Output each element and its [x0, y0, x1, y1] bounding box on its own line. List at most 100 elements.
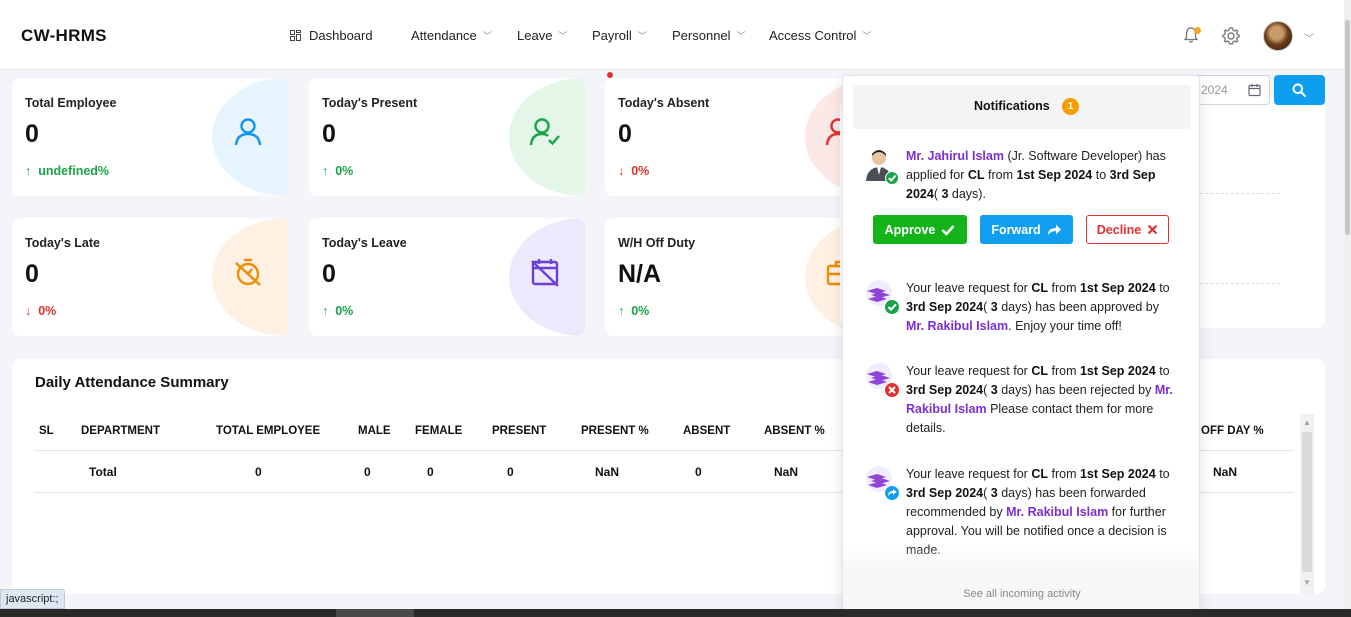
column-header-present[interactable]: PRESENT: [492, 425, 546, 437]
nav-personnel[interactable]: Personnel ﹀: [672, 28, 746, 43]
column-header-present-pct[interactable]: PRESENT %: [581, 425, 649, 437]
notification-body: (: [983, 383, 988, 397]
column-header-female[interactable]: FEMALE: [415, 425, 462, 437]
leave-days: 3: [941, 187, 949, 201]
card-value: N/A: [618, 260, 662, 288]
scrollbar-thumb[interactable]: [1345, 20, 1350, 235]
notification-body: (: [933, 187, 938, 201]
leave-days: 3: [990, 383, 998, 397]
nav-payroll[interactable]: Payroll ﹀: [592, 28, 647, 43]
user-check-icon: [529, 118, 560, 146]
forward-button[interactable]: Forward: [980, 215, 1073, 244]
notification-body: Your leave request for: [906, 281, 1028, 295]
leave-days: 3: [990, 486, 998, 500]
total-male-cell: 0: [364, 465, 371, 479]
notification-body: from: [1051, 281, 1077, 295]
forward-label: Forward: [991, 222, 1041, 237]
calendar-icon[interactable]: [1248, 83, 1261, 97]
see-all-link[interactable]: See all incoming activity: [843, 588, 1199, 600]
nav-access-control[interactable]: Access Control ﹀: [769, 28, 871, 43]
card-change: ↑ 0%: [618, 304, 649, 318]
date-filter-input[interactable]: 2024: [1190, 75, 1270, 105]
notification-body: days) has been rejected by: [1001, 383, 1152, 397]
avatar[interactable]: [1263, 21, 1293, 51]
notifications-title: Notifications: [974, 99, 1050, 113]
nav-attendance[interactable]: Attendance ﹀: [411, 28, 492, 43]
stat-card[interactable]: Today's Present 0 ↑ 0%: [309, 78, 585, 196]
card-change-value: undefined%: [38, 164, 110, 178]
chevron-down-icon: ﹀: [862, 31, 872, 41]
notification-text: Your leave request for CL from 1st Sep 2…: [906, 279, 1176, 336]
decline-button[interactable]: Decline: [1086, 215, 1169, 244]
stat-card[interactable]: Total Employee 0 ↑ undefined%: [12, 78, 288, 196]
total-present-cell: 0: [507, 465, 514, 479]
total-employee-cell: 0: [255, 465, 262, 479]
employee-name[interactable]: Mr. Jahirul Islam: [906, 149, 1004, 163]
card-value: 0: [322, 260, 336, 288]
nav-dashboard-label: Dashboard: [309, 28, 373, 43]
notification-body: (: [983, 300, 988, 314]
approver-name[interactable]: Mr. Rakibul Islam: [1006, 505, 1108, 519]
card-title: W/H Off Duty: [618, 236, 696, 250]
leave-type: CL: [1031, 281, 1048, 295]
notification-body: from: [1051, 467, 1077, 481]
total-female-cell: 0: [427, 465, 434, 479]
status-dot: [607, 72, 613, 78]
nav-leave[interactable]: Leave ﹀: [517, 28, 567, 43]
gear-icon[interactable]: [1221, 26, 1241, 46]
close-icon: [1147, 224, 1158, 235]
chevron-down-icon[interactable]: ﹀: [1304, 30, 1314, 45]
scroll-up-icon[interactable]: ▲: [1303, 418, 1311, 427]
leave-type: CL: [967, 168, 985, 182]
grid-line: [1190, 283, 1280, 284]
search-button[interactable]: [1274, 75, 1325, 105]
column-header-off-day-pct[interactable]: OFF DAY %: [1201, 425, 1264, 437]
notification-body: . Enjoy your time off!: [1008, 319, 1122, 333]
user-icon: [234, 118, 262, 146]
column-header-absent-pct[interactable]: ABSENT %: [764, 425, 825, 437]
column-header-total-employee[interactable]: TOTAL EMPLOYEE: [216, 425, 320, 437]
notification-body: from: [1051, 364, 1077, 378]
stat-card[interactable]: Today's Leave 0 ↑ 0%: [309, 218, 585, 336]
nav-dashboard[interactable]: Dashboard: [290, 28, 373, 43]
trend-arrow-icon: ↓: [25, 304, 32, 318]
approve-button[interactable]: Approve: [873, 215, 967, 244]
notification-body: from: [988, 168, 1014, 182]
card-change-value: 0%: [631, 304, 650, 318]
taskbar-item[interactable]: [336, 609, 414, 617]
trend-arrow-icon: ↑: [618, 304, 625, 318]
approver-name[interactable]: Mr. Rakibul Islam: [906, 319, 1008, 333]
notification-dot: [1194, 27, 1201, 34]
card-change: ↑ 0%: [322, 164, 353, 178]
leave-from-date: 1st Sep 2024: [1079, 467, 1156, 481]
notification-body: days).: [951, 187, 986, 201]
page-scrollbar[interactable]: [1344, 0, 1351, 617]
scrollbar-thumb[interactable]: [1302, 432, 1312, 572]
table-scrollbar[interactable]: ▲ ▼: [1300, 414, 1314, 594]
card-change: ↑ 0%: [322, 304, 353, 318]
nav-payroll-label: Payroll: [592, 28, 632, 43]
calendar-off-icon: [531, 259, 559, 287]
column-header-male[interactable]: MALE: [358, 425, 391, 437]
rejected-icon: [866, 363, 900, 398]
stat-card[interactable]: Today's Late 0 ↓ 0%: [12, 218, 288, 336]
column-header-department[interactable]: DEPARTMENT: [81, 425, 160, 437]
card-change: ↓ 0%: [618, 164, 649, 178]
card-title: Today's Late: [25, 236, 100, 250]
brand-logo[interactable]: CW-HRMS: [21, 26, 107, 46]
employee-avatar-icon: [866, 150, 899, 185]
column-header-sl[interactable]: SL: [39, 425, 54, 437]
notification-body: Your leave request for: [906, 467, 1028, 481]
notifications-header: Notifications 1: [853, 85, 1191, 129]
status-bar-link: javascript:;: [0, 589, 65, 609]
notification-body: to: [1159, 281, 1170, 295]
column-header-absent[interactable]: ABSENT: [683, 425, 730, 437]
card-title: Today's Present: [322, 96, 418, 110]
scroll-down-icon[interactable]: ▼: [1303, 578, 1311, 587]
forward-arrow-icon: [1047, 224, 1061, 235]
total-present-pct-cell: NaN: [595, 465, 620, 479]
timer-icon: [235, 258, 261, 286]
total-off-day-pct-cell: NaN: [1213, 465, 1238, 479]
notification-body: to: [1095, 168, 1107, 182]
grid-line: [1190, 193, 1280, 194]
